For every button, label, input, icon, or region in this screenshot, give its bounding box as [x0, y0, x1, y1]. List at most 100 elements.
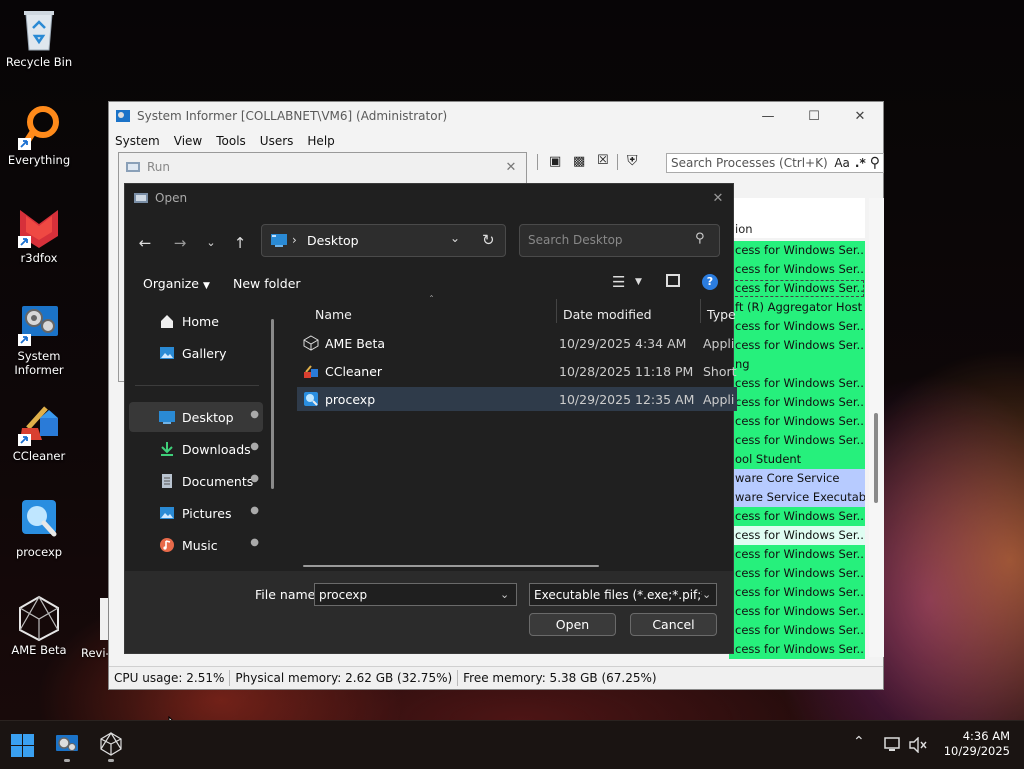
process-row[interactable]: ft (R) Aggregator Host — [729, 298, 865, 317]
process-row[interactable]: cess for Windows Ser... — [729, 241, 865, 260]
desktop-icon-ccleaner[interactable]: CCleaner — [4, 400, 74, 463]
organize-button[interactable]: Organize ▼ — [143, 276, 210, 291]
process-row[interactable]: cess for Windows Ser... — [729, 583, 865, 602]
match-case-toggle[interactable]: Aa — [834, 156, 850, 170]
search-icon[interactable]: ⚲ — [870, 155, 880, 171]
address-bar[interactable]: › Desktop ⌄ ↻ — [261, 224, 506, 257]
refresh-icon[interactable]: ↻ — [482, 231, 495, 249]
nav-item-home[interactable]: Home — [129, 306, 263, 336]
file-row-ame-beta[interactable]: AME Beta 10/29/2025 4:34 AM Appli — [297, 331, 737, 355]
forward-arrow-icon[interactable]: → — [168, 232, 192, 254]
search-desktop-input[interactable]: Search Desktop ⚲ — [519, 224, 720, 257]
desktop-icon-r3dfox[interactable]: r3dfox — [4, 202, 74, 265]
process-row[interactable]: cess for Windows Ser... — [729, 602, 865, 621]
nav-item-desktop[interactable]: Desktop ● — [129, 402, 263, 432]
pin-icon[interactable]: ● — [250, 537, 259, 548]
file-name-combobox[interactable]: procexp ⌄ — [314, 583, 517, 606]
process-row[interactable]: cess for Windows Ser... — [729, 317, 865, 336]
column-name[interactable]: Name — [315, 307, 352, 322]
show-hidden-icons-chevron-icon[interactable]: ⌃ — [853, 734, 865, 750]
find-window-icon[interactable]: ▩ — [573, 154, 585, 169]
nav-item-documents[interactable]: Documents ● — [129, 466, 263, 496]
process-row[interactable]: cess for Windows Ser... — [729, 393, 865, 412]
desktop-icon-everything[interactable]: Everything — [4, 104, 74, 167]
pin-icon[interactable]: ● — [250, 441, 259, 452]
nav-scrollbar-thumb[interactable] — [271, 319, 274, 489]
menu-help[interactable]: Help — [307, 134, 334, 148]
terminate-icon[interactable]: ☒ — [597, 153, 609, 168]
column-type[interactable]: Type — [707, 307, 736, 322]
process-row[interactable]: cess for Windows Ser... — [729, 621, 865, 640]
process-row[interactable]: cess for Windows Ser... — [729, 336, 865, 355]
process-row[interactable]: ng — [729, 355, 865, 374]
close-button[interactable]: ✕ — [837, 109, 883, 124]
column-divider[interactable] — [700, 299, 701, 323]
menu-view[interactable]: View — [174, 134, 202, 148]
new-folder-button[interactable]: New folder — [233, 276, 301, 291]
search-processes-input[interactable]: Search Processes (Ctrl+K) Aa .* ⚲ — [666, 153, 884, 173]
navigation-pane[interactable]: Home Gallery Desktop ● Downloads ● Docum… — [125, 299, 283, 571]
regex-toggle[interactable]: .* — [855, 156, 866, 170]
pin-icon[interactable]: ● — [250, 473, 259, 484]
nav-item-gallery[interactable]: Gallery — [129, 338, 263, 368]
file-list[interactable]: ˆ Name Date modified Type AME Beta 10/29… — [285, 295, 737, 571]
process-row[interactable]: ware Service Executable — [729, 488, 865, 507]
start-button-windows-icon[interactable] — [11, 734, 34, 757]
menu-system[interactable]: System — [115, 134, 160, 148]
back-arrow-icon[interactable]: ← — [133, 232, 157, 254]
file-row-ccleaner[interactable]: CCleaner 10/28/2025 11:18 PM Short — [297, 359, 737, 383]
process-row[interactable]: cess for Windows Ser... — [729, 545, 865, 564]
search-icon[interactable]: ⚲ — [695, 231, 705, 246]
view-chevron-down-icon[interactable]: ▼ — [635, 277, 642, 287]
minimize-button[interactable]: — — [745, 109, 791, 124]
help-icon[interactable]: ? — [702, 274, 718, 290]
horizontal-scrollbar-thumb[interactable] — [303, 565, 599, 567]
window-icon[interactable]: ▣ — [549, 154, 561, 169]
preview-pane-icon[interactable] — [666, 274, 680, 287]
view-list-icon[interactable]: ☰ — [612, 273, 625, 291]
column-divider[interactable] — [556, 299, 557, 323]
process-row[interactable]: cess for Windows Ser... — [729, 279, 865, 298]
maximize-button[interactable]: ☐ — [791, 109, 837, 124]
column-date-modified[interactable]: Date modified — [563, 307, 652, 322]
taskbar-system-informer-icon[interactable] — [55, 733, 79, 755]
menu-users[interactable]: Users — [260, 134, 294, 148]
desktop-icon-procexp[interactable]: procexp — [4, 496, 74, 559]
address-dropdown-chevron-icon[interactable]: ⌄ — [450, 231, 460, 245]
up-arrow-icon[interactable]: ↑ — [228, 232, 252, 254]
process-row[interactable]: cess for Windows Ser... — [729, 640, 865, 659]
pin-icon[interactable]: ● — [250, 409, 259, 420]
process-row[interactable]: cess for Windows Ser... — [729, 526, 865, 545]
process-row[interactable]: ware Core Service — [729, 469, 865, 488]
process-row[interactable]: cess for Windows Ser... — [729, 507, 865, 526]
clock[interactable]: 4:36 AM 10/29/2025 — [940, 729, 1010, 759]
process-row[interactable]: cess for Windows Ser... — [729, 374, 865, 393]
menu-tools[interactable]: Tools — [216, 134, 246, 148]
process-row[interactable]: cess for Windows Ser... — [729, 564, 865, 583]
recent-locations-chevron-icon[interactable]: ⌄ — [199, 232, 223, 254]
desktop-icon-ame-beta[interactable]: AME Beta — [4, 594, 74, 657]
nav-item-downloads[interactable]: Downloads ● — [129, 434, 263, 464]
process-row[interactable]: ool Student — [729, 450, 865, 469]
nav-item-music[interactable]: Music ● — [129, 530, 263, 560]
description-column-header[interactable]: ion — [729, 198, 865, 238]
process-row[interactable]: cess for Windows Ser... — [729, 260, 865, 279]
nav-item-pictures[interactable]: Pictures ● — [129, 498, 263, 528]
desktop-icon-recycle-bin[interactable]: Recycle Bin — [4, 6, 74, 69]
scrollbar-thumb[interactable] — [874, 413, 878, 503]
file-row-procexp[interactable]: procexp 10/29/2025 12:35 AM Appli — [297, 387, 737, 411]
file-name-value[interactable]: procexp — [319, 588, 500, 602]
pin-icon[interactable]: ● — [250, 505, 259, 516]
process-row[interactable]: cess for Windows Ser... — [729, 431, 865, 450]
desktop-icon-label[interactable]: Revi- — [81, 646, 110, 660]
open-close-button[interactable]: ✕ — [703, 191, 733, 206]
address-location[interactable]: Desktop — [307, 233, 359, 248]
taskbar-ame-beta-icon[interactable] — [99, 732, 123, 756]
desktop-icon-system-informer[interactable]: System Informer — [4, 300, 74, 377]
open-file-dialog[interactable]: Open ✕ ← → ⌄ ↑ › Desktop ⌄ ↻ Search Desk… — [124, 183, 737, 654]
network-icon[interactable] — [884, 737, 902, 753]
process-row[interactable]: cess for Windows Ser... — [729, 412, 865, 431]
open-button[interactable]: Open — [529, 613, 616, 636]
shield-icon[interactable]: ⛨ — [627, 153, 638, 169]
process-list[interactable]: cess for Windows Ser... cess for Windows … — [729, 241, 865, 659]
